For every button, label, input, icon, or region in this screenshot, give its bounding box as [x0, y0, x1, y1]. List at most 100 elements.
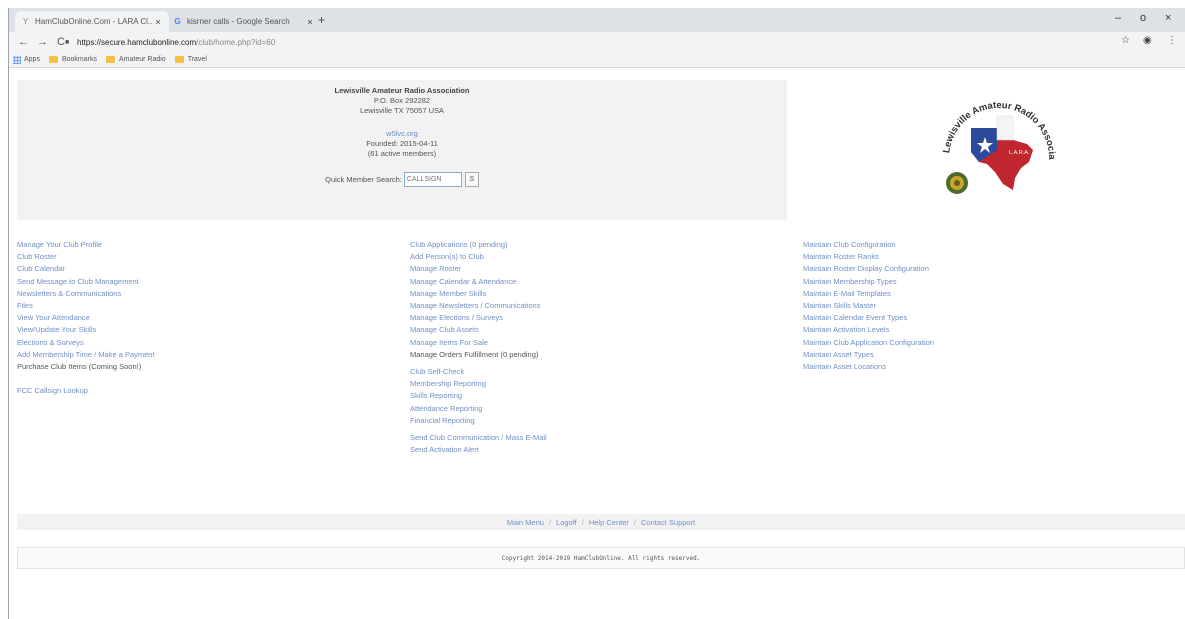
new-tab-button[interactable]: + — [318, 13, 325, 27]
address-bar[interactable]: ■ https://secure.hamclubonline.com/club/… — [65, 34, 1095, 50]
apps-grid-icon — [13, 55, 21, 64]
footer-separator: / — [548, 517, 552, 527]
menu-kebab-icon[interactable]: ⋮ — [1167, 35, 1177, 46]
menu-link-activation-levels[interactable]: Maintain Activation Levels — [803, 324, 934, 336]
member-menu-column: Manage Your Club Profile Club Roster Clu… — [17, 239, 155, 397]
menu-link-make-payment[interactable]: Add Membership Time / Make a Payment — [17, 349, 155, 361]
menu-link-self-check[interactable]: Club Self-Check — [410, 366, 547, 378]
menu-link-membership-reporting[interactable]: Membership Reporting — [410, 378, 547, 390]
club-address-line2: Lewisville TX 75057 USA — [359, 106, 445, 115]
menu-link-manage-assets[interactable]: Manage Club Assets — [410, 324, 547, 336]
tab-strip: Y HamClubOnline.Com - LARA Cl... × G kis… — [9, 8, 1185, 32]
club-member-count: (61 active members) — [367, 149, 437, 158]
club-website-link[interactable]: w5lvc.org — [386, 129, 418, 139]
quick-member-search: Quick Member Search: S — [17, 172, 787, 187]
menu-link-calendar-event-types[interactable]: Maintain Calendar Event Types — [803, 312, 934, 324]
menu-item-purchase-items: Purchase Club Items (Coming Soon!) — [17, 362, 142, 372]
forward-button[interactable]: → — [37, 36, 48, 48]
tab-close-icon[interactable]: × — [153, 17, 163, 27]
menu-link-manage-calendar[interactable]: Manage Calendar & Attendance — [410, 276, 547, 288]
back-button[interactable]: ← — [18, 36, 29, 48]
search-submit-button[interactable]: S — [464, 172, 479, 187]
tab-hamclubonline[interactable]: Y HamClubOnline.Com - LARA Cl... × — [15, 11, 169, 32]
bookmark-label: Bookmarks — [61, 56, 97, 63]
menu-link-update-skills[interactable]: View/Update Your Skills — [17, 324, 155, 336]
footer-link-help-center[interactable]: Help Center — [589, 518, 629, 527]
menu-link-mass-email[interactable]: Send Club Communication / Mass E-Mail — [410, 432, 547, 444]
search-label: Quick Member Search: — [325, 174, 402, 184]
menu-link-add-persons[interactable]: Add Person(s) to Club — [410, 251, 547, 263]
footer-separator: / — [633, 517, 636, 527]
menu-link-membership-types[interactable]: Maintain Membership Types — [803, 276, 934, 288]
tab-google-search[interactable]: G kisrner calls - Google Search × — [167, 11, 321, 32]
logo-center-text: L.A.R.A. — [1009, 150, 1030, 156]
browser-toolbar: ← → C ■ https://secure.hamclubonline.com… — [9, 32, 1185, 52]
menu-link-asset-locations[interactable]: Maintain Asset Locations — [803, 361, 934, 373]
menu-item-orders-fulfillment: Manage Orders Fulfillment (0 pending) — [410, 349, 539, 359]
menu-link-club-roster[interactable]: Club Roster — [17, 251, 155, 263]
menu-link-roster-ranks[interactable]: Maintain Roster Ranks — [803, 251, 934, 263]
menu-link-view-attendance[interactable]: View Your Attendance — [17, 312, 155, 324]
menu-link-club-config[interactable]: Maintain Club Configuration — [803, 239, 934, 251]
menu-link-roster-display[interactable]: Maintain Roster Display Configuration — [803, 263, 934, 275]
footer-link-main-menu[interactable]: Main Menu — [507, 518, 544, 527]
minimize-button[interactable]: – — [1115, 12, 1121, 24]
menu-link-fcc-lookup[interactable]: FCC Callsign Lookup — [17, 385, 155, 397]
bookmark-label: Travel — [187, 56, 207, 63]
callsign-search-input[interactable] — [403, 172, 462, 187]
menu-link-skills-master[interactable]: Maintain Skills Master — [803, 300, 934, 312]
profile-icon[interactable]: ◉ — [1143, 35, 1152, 46]
maximize-button[interactable]: o — [1140, 12, 1146, 24]
bookmark-label: Apps — [24, 56, 40, 63]
tab-close-icon[interactable]: × — [305, 17, 315, 27]
copyright-notice: Copyright 2014-2019 HamClubOnline. All r… — [17, 547, 1185, 569]
menu-link-send-message[interactable]: Send Message to Club Management — [17, 276, 155, 288]
bookmarks-bar: Apps Bookmarks Amateur Radio Travel — [9, 52, 1185, 68]
url-host: https://secure.hamclubonline.com — [77, 37, 197, 47]
folder-icon — [174, 56, 184, 63]
texas-white-field — [996, 115, 1014, 141]
menu-link-manage-elections[interactable]: Manage Elections / Surveys — [410, 312, 547, 324]
menu-link-manage-profile[interactable]: Manage Your Club Profile — [17, 239, 155, 251]
menu-link-asset-types[interactable]: Maintain Asset Types — [803, 349, 934, 361]
browser-window: Y HamClubOnline.Com - LARA Cl... × G kis… — [8, 8, 1185, 619]
menu-link-skills-reporting[interactable]: Skills Reporting — [410, 390, 547, 402]
url-path: /club/home.php?id=60 — [196, 37, 276, 47]
google-favicon-icon: G — [174, 17, 181, 26]
footer-link-logoff[interactable]: Logoff — [556, 518, 577, 527]
bookmark-folder-amateur-radio[interactable]: Amateur Radio — [105, 56, 166, 63]
bookmark-folder-travel[interactable]: Travel — [174, 56, 207, 63]
bookmark-star-icon[interactable]: ☆ — [1121, 35, 1130, 46]
menu-link-files[interactable]: Files — [17, 300, 155, 312]
admin-menu-column: Club Applications (0 pending) Add Person… — [410, 239, 547, 456]
menu-link-email-templates[interactable]: Maintain E-Mail Templates — [803, 288, 934, 300]
bookmark-folder-bookmarks[interactable]: Bookmarks — [48, 56, 97, 63]
club-founded: Founded: 2015-04-11 — [366, 139, 438, 148]
menu-link-newsletters[interactable]: Newsletters & Communications — [17, 288, 155, 300]
footer-separator: / — [581, 517, 584, 527]
bookmark-label: Amateur Radio — [118, 56, 166, 63]
folder-icon — [48, 56, 58, 63]
menu-link-application-config[interactable]: Maintain Club Application Configuration — [803, 337, 934, 349]
menu-link-elections-surveys[interactable]: Elections & Surveys — [17, 337, 155, 349]
bookmark-apps[interactable]: Apps — [13, 55, 40, 64]
footer-link-contact-support[interactable]: Contact Support — [641, 518, 695, 527]
menu-link-club-applications[interactable]: Club Applications (0 pending) — [410, 239, 547, 251]
close-window-button[interactable]: × — [1165, 12, 1171, 24]
menu-link-manage-items-sale[interactable]: Manage Items For Sale — [410, 337, 547, 349]
menu-link-attendance-reporting[interactable]: Attendance Reporting — [410, 403, 547, 415]
tab-title: kisrner calls - Google Search — [187, 17, 290, 26]
lara-logo: Lewisville Amateur Radio Association L.A… — [929, 88, 1057, 194]
menu-link-manage-skills[interactable]: Manage Member Skills — [410, 288, 547, 300]
menu-link-club-calendar[interactable]: Club Calendar — [17, 263, 155, 275]
tab-title: HamClubOnline.Com - LARA Cl... — [35, 17, 153, 26]
lock-icon: ■ — [65, 38, 70, 46]
menu-link-manage-newsletters[interactable]: Manage Newsletters / Communications — [410, 300, 547, 312]
menu-link-manage-roster[interactable]: Manage Roster — [410, 263, 547, 275]
folder-icon — [105, 56, 115, 63]
config-menu-column: Maintain Club Configuration Maintain Ros… — [803, 239, 934, 373]
club-address-line1: P.O. Box 292282 — [373, 96, 431, 105]
club-name: Lewisville Amateur Radio Association — [334, 86, 470, 95]
menu-link-activation-alert[interactable]: Send Activation Alert — [410, 444, 547, 456]
menu-link-financial-reporting[interactable]: Financial Reporting — [410, 415, 547, 427]
